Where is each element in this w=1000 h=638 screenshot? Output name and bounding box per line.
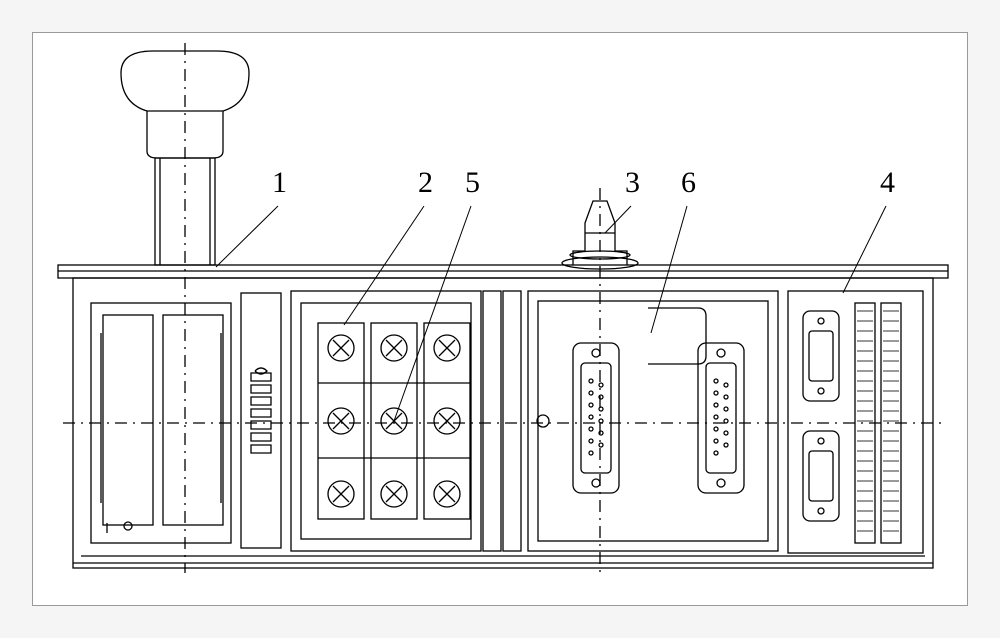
callout-label-2: 2 [418, 166, 433, 200]
gear-guide [241, 293, 281, 548]
callout-label-5: 5 [465, 166, 480, 200]
cam-switch-block [291, 291, 481, 551]
diagram-container: 1 2 5 3 6 4 [32, 32, 968, 606]
left-module [91, 303, 231, 543]
dsub-module [528, 291, 778, 551]
spacer-1 [483, 291, 501, 551]
callout-label-1: 1 [272, 166, 287, 200]
leader-1 [216, 206, 278, 267]
spacer-2 [503, 291, 521, 551]
leader-4 [843, 206, 886, 293]
output-board [788, 291, 923, 553]
callout-label-6: 6 [681, 166, 696, 200]
leader-3 [605, 206, 631, 233]
callout-label-4: 4 [880, 166, 895, 200]
callout-label-3: 3 [625, 166, 640, 200]
leader-5 [394, 206, 471, 421]
leader-6 [651, 206, 687, 333]
technical-drawing-svg [33, 33, 969, 607]
